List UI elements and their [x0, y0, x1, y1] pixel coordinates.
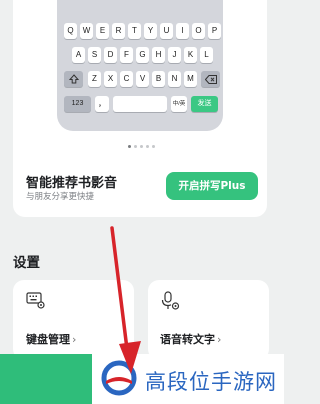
red-arrow-annotation [110, 226, 141, 374]
